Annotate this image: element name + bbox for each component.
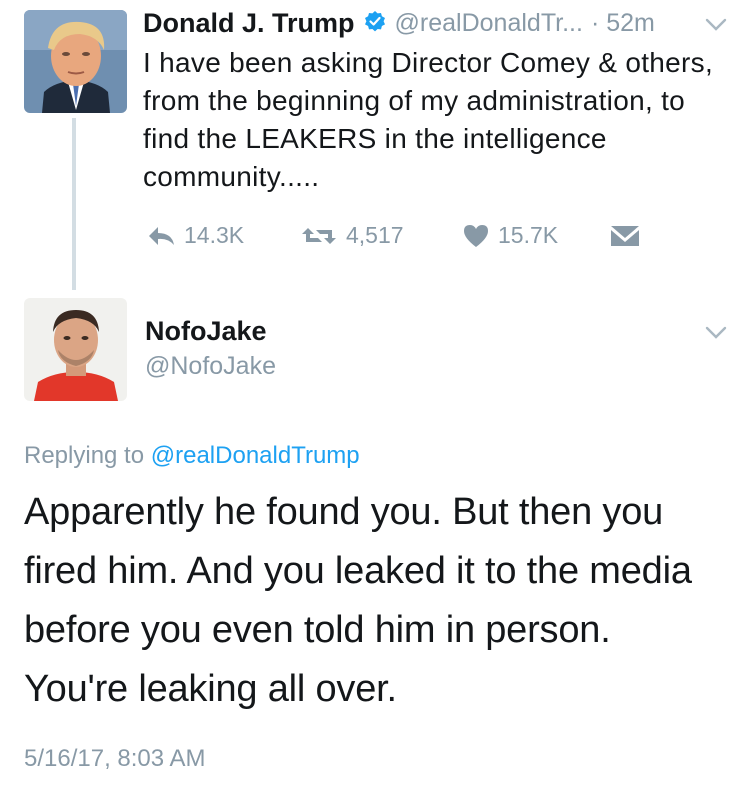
replying-to: Replying to @realDonaldTrump bbox=[24, 442, 360, 470]
retweet-icon bbox=[300, 224, 338, 248]
reply-author-name[interactable]: NofoJake bbox=[145, 316, 267, 347]
tweet-time[interactable]: · 52m bbox=[591, 9, 655, 38]
tweet-header: Donald J. Trump @realDonaldTr... · 52m bbox=[143, 8, 655, 39]
replying-to-handle[interactable]: @realDonaldTrump bbox=[151, 442, 360, 469]
heart-icon bbox=[462, 223, 490, 249]
reply-count: 14.3K bbox=[184, 222, 245, 248]
reply-button[interactable]: 14.3K bbox=[146, 222, 244, 249]
avatar-trump[interactable] bbox=[24, 10, 127, 113]
reply-author-handle[interactable]: @NofoJake bbox=[145, 352, 276, 381]
reply-chevron-down-icon[interactable] bbox=[705, 326, 727, 345]
retweet-count: 4,517 bbox=[346, 222, 404, 248]
direct-message-button[interactable] bbox=[610, 225, 640, 247]
thread-connector bbox=[72, 118, 76, 290]
author-handle[interactable]: @realDonaldTr... bbox=[395, 9, 583, 38]
replying-to-prefix: Replying to bbox=[24, 442, 145, 469]
chevron-down-icon[interactable] bbox=[705, 18, 727, 37]
author-name[interactable]: Donald J. Trump bbox=[143, 8, 355, 39]
reply-icon bbox=[146, 224, 176, 248]
retweet-button[interactable]: 4,517 bbox=[300, 222, 404, 249]
verified-badge-icon bbox=[363, 9, 387, 38]
like-count: 15.7K bbox=[498, 222, 559, 248]
reply-timestamp[interactable]: 5/16/17, 8:03 AM bbox=[24, 745, 205, 773]
like-button[interactable]: 15.7K bbox=[462, 222, 558, 249]
tweet-text: I have been asking Director Comey & othe… bbox=[143, 47, 714, 192]
reply-tweet-text: Apparently he found you. But then you fi… bbox=[24, 491, 692, 710]
avatar-nofojake[interactable] bbox=[24, 298, 127, 401]
direct-message-icon bbox=[610, 225, 640, 247]
